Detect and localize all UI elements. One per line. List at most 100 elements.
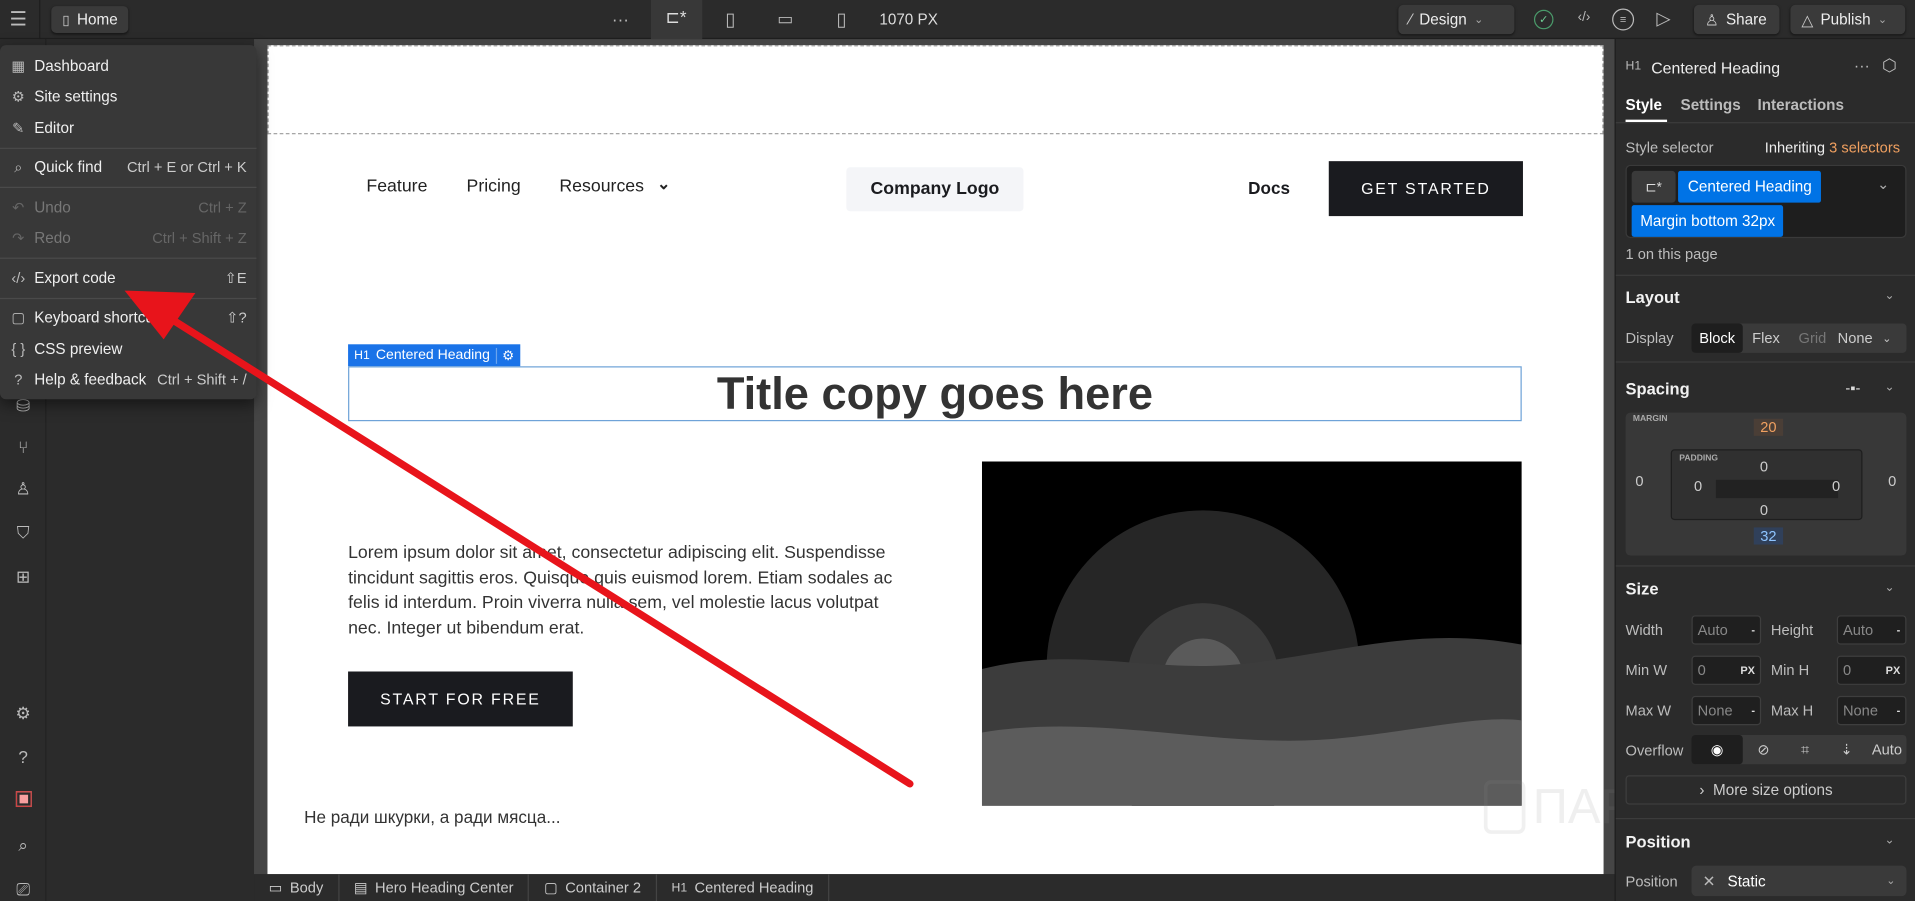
display-grid-option[interactable]: Grid [1789,324,1835,353]
chevron-down-icon[interactable]: ⌄ [1884,581,1894,594]
nav-link-feature[interactable]: Feature [366,177,427,197]
menu-item-site-settings[interactable]: ⚙ Site settings [0,81,256,112]
overflow-visible-eye-icon[interactable]: ◉ [1691,734,1743,765]
height-input[interactable]: Auto - [1836,615,1907,645]
margin-top-value[interactable]: 20 [1753,418,1784,436]
display-block-option[interactable]: Block [1691,323,1743,353]
start-for-free-button[interactable]: START FOR FREE [348,671,573,727]
padding-box: PADDING 0 0 0 0 [1670,449,1863,521]
overflow-clip-crop-icon[interactable]: ⌗ [1784,735,1826,764]
more-options-icon[interactable]: ··· [1854,56,1870,74]
padding-right-value[interactable]: 0 [1832,477,1840,494]
help-ai-icon[interactable]: ? [11,747,35,767]
chevron-down-icon[interactable]: ⌄ [1877,176,1889,193]
padding-top-value[interactable]: 0 [1760,458,1768,475]
docs-link[interactable]: Docs [1248,178,1290,198]
nav-link-pricing[interactable]: Pricing [467,177,521,197]
publish-button[interactable]: △ Publish ⌄ [1790,4,1906,35]
breadcrumb-body[interactable]: ▭ Body [254,874,340,901]
menu-item-dashboard[interactable]: ▦ Dashboard [0,50,256,81]
phone-icon[interactable]: ▯ [832,9,852,31]
create-component-icon[interactable]: ⬡ [1882,55,1897,76]
check-status-icon[interactable]: ✓ [1533,9,1554,30]
menu-item-quick-find[interactable]: ⌕ Quick find Ctrl + E or Ctrl + K [0,152,256,183]
position-select[interactable]: ✕ Static ⌄ [1691,865,1907,897]
preview-play-icon[interactable]: ▷ [1654,7,1674,30]
selector-field[interactable]: ⊏* Centered Heading Margin bottom 32px ⌄ [1625,164,1907,239]
inheriting-info[interactable]: Inheriting 3 selectors [1765,139,1900,156]
tablet-landscape-icon[interactable]: ▭ [776,9,796,30]
margin-right-value[interactable]: 0 [1888,472,1896,489]
menu-item-css-preview[interactable]: { } CSS preview [0,333,256,364]
get-started-button[interactable]: GET STARTED [1328,161,1523,217]
size-section-title[interactable]: Size [1626,580,1659,598]
max-width-input[interactable]: None - [1691,695,1762,726]
overflow-scroll-icon[interactable]: ⇣ [1826,735,1868,764]
hero-image[interactable] [981,461,1522,806]
min-width-input[interactable]: 0 PX [1691,655,1762,685]
selector-chip[interactable]: Margin bottom 32px [1631,205,1784,237]
page-canvas[interactable]: Feature Pricing Resources ⌄ Company Logo… [267,45,1604,875]
spacing-section-title[interactable]: Spacing [1626,380,1690,398]
comment-icon[interactable]: ≡ [1612,8,1635,31]
element-settings-gear-icon[interactable]: ⚙ [496,347,514,364]
min-height-input[interactable]: 0 PX [1836,655,1907,685]
ecommerce-basket-icon[interactable]: ⛉ [11,523,35,544]
logic-flow-icon[interactable]: ⑂ [11,437,35,457]
display-none-option[interactable]: None [1836,324,1875,353]
margin-bottom-value[interactable]: 32 [1753,527,1784,545]
chevron-down-icon[interactable]: ⌄ [1884,289,1894,302]
tab-settings[interactable]: Settings [1681,96,1741,113]
zoom-search-icon[interactable]: ⌕ [11,835,35,856]
code-icon[interactable]: ‹/› [1573,10,1595,25]
chevron-down-icon[interactable]: ⌄ [1884,834,1894,847]
tab-interactions[interactable]: Interactions [1757,96,1844,113]
margin-left-value[interactable]: 0 [1635,472,1643,489]
centered-heading[interactable]: Title copy goes here [348,366,1522,422]
menu-item-export-code[interactable]: ‹/› Export code ⇧E [0,262,256,293]
overflow-hidden-eye-off-icon[interactable]: ⊘ [1743,735,1785,764]
hero-paragraph[interactable]: Lorem ipsum dolor sit amet, consectetur … [348,541,898,641]
chevron-down-icon[interactable]: ⌄ [1884,381,1894,394]
overflow-auto-option[interactable]: Auto [1867,735,1906,764]
user-icon: ♙ [1704,11,1719,29]
spacing-preset-icon[interactable]: -▪- [1845,380,1860,397]
menu-item-redo[interactable]: ↷ Redo Ctrl + Shift + Z [0,223,256,254]
hamburger-menu-icon[interactable]: ☰ [7,9,29,31]
menu-item-help-feedback[interactable]: ? Help & feedback Ctrl + Shift + / [0,364,256,395]
padding-left-value[interactable]: 0 [1694,477,1702,494]
max-height-input[interactable]: None - [1836,695,1907,726]
users-icon[interactable]: ♙ [11,479,35,500]
video-tutorials-icon[interactable]: ⎚ [11,879,35,900]
apps-add-icon[interactable]: ⊞ [11,566,35,587]
tab-style[interactable]: Style [1626,96,1663,113]
company-logo[interactable]: Company Logo [846,167,1024,212]
more-size-options-button[interactable]: › More size options [1625,775,1907,805]
breadcrumb-centered-heading[interactable]: H1 Centered Heading [657,874,830,901]
padding-bottom-value[interactable]: 0 [1760,502,1768,519]
breakpoint-selector-icon[interactable]: ⊏* [1631,170,1676,203]
chevron-down-icon[interactable]: ⌄ [1875,324,1899,353]
keyboard-icon: ▢ [11,309,26,327]
page-selector-button[interactable]: ▯ Home [51,6,129,33]
position-section-title[interactable]: Position [1626,833,1691,851]
share-button[interactable]: ♙ Share [1693,4,1780,35]
menu-item-undo[interactable]: ↶ Undo Ctrl + Z [0,192,256,223]
breadcrumb-hero-heading-center[interactable]: ▤ Hero Heading Center [339,874,530,901]
menu-item-editor[interactable]: ✎ Editor [0,112,256,143]
record-icon[interactable] [11,791,35,808]
selector-chip[interactable]: Centered Heading [1678,170,1822,203]
top-section[interactable] [267,45,1604,135]
width-input[interactable]: Auto - [1691,615,1762,645]
more-icon[interactable]: ··· [608,10,632,30]
layout-section-title[interactable]: Layout [1626,288,1680,306]
desktop-breakpoint-button[interactable]: ⊏* [650,0,703,40]
h1-icon: H1 [671,880,688,895]
nav-link-resources[interactable]: Resources [559,177,644,197]
design-mode-button[interactable]: ⁄ Design ⌄ [1398,4,1515,35]
breadcrumb-container-2[interactable]: ▢ Container 2 [529,874,657,901]
menu-item-keyboard-shortcuts[interactable]: ▢ Keyboard shortcuts ⇧? [0,302,256,333]
tablet-icon[interactable]: ▯ [721,9,741,31]
display-flex-option[interactable]: Flex [1743,324,1789,353]
settings-gear-icon[interactable]: ⚙ [11,703,35,724]
